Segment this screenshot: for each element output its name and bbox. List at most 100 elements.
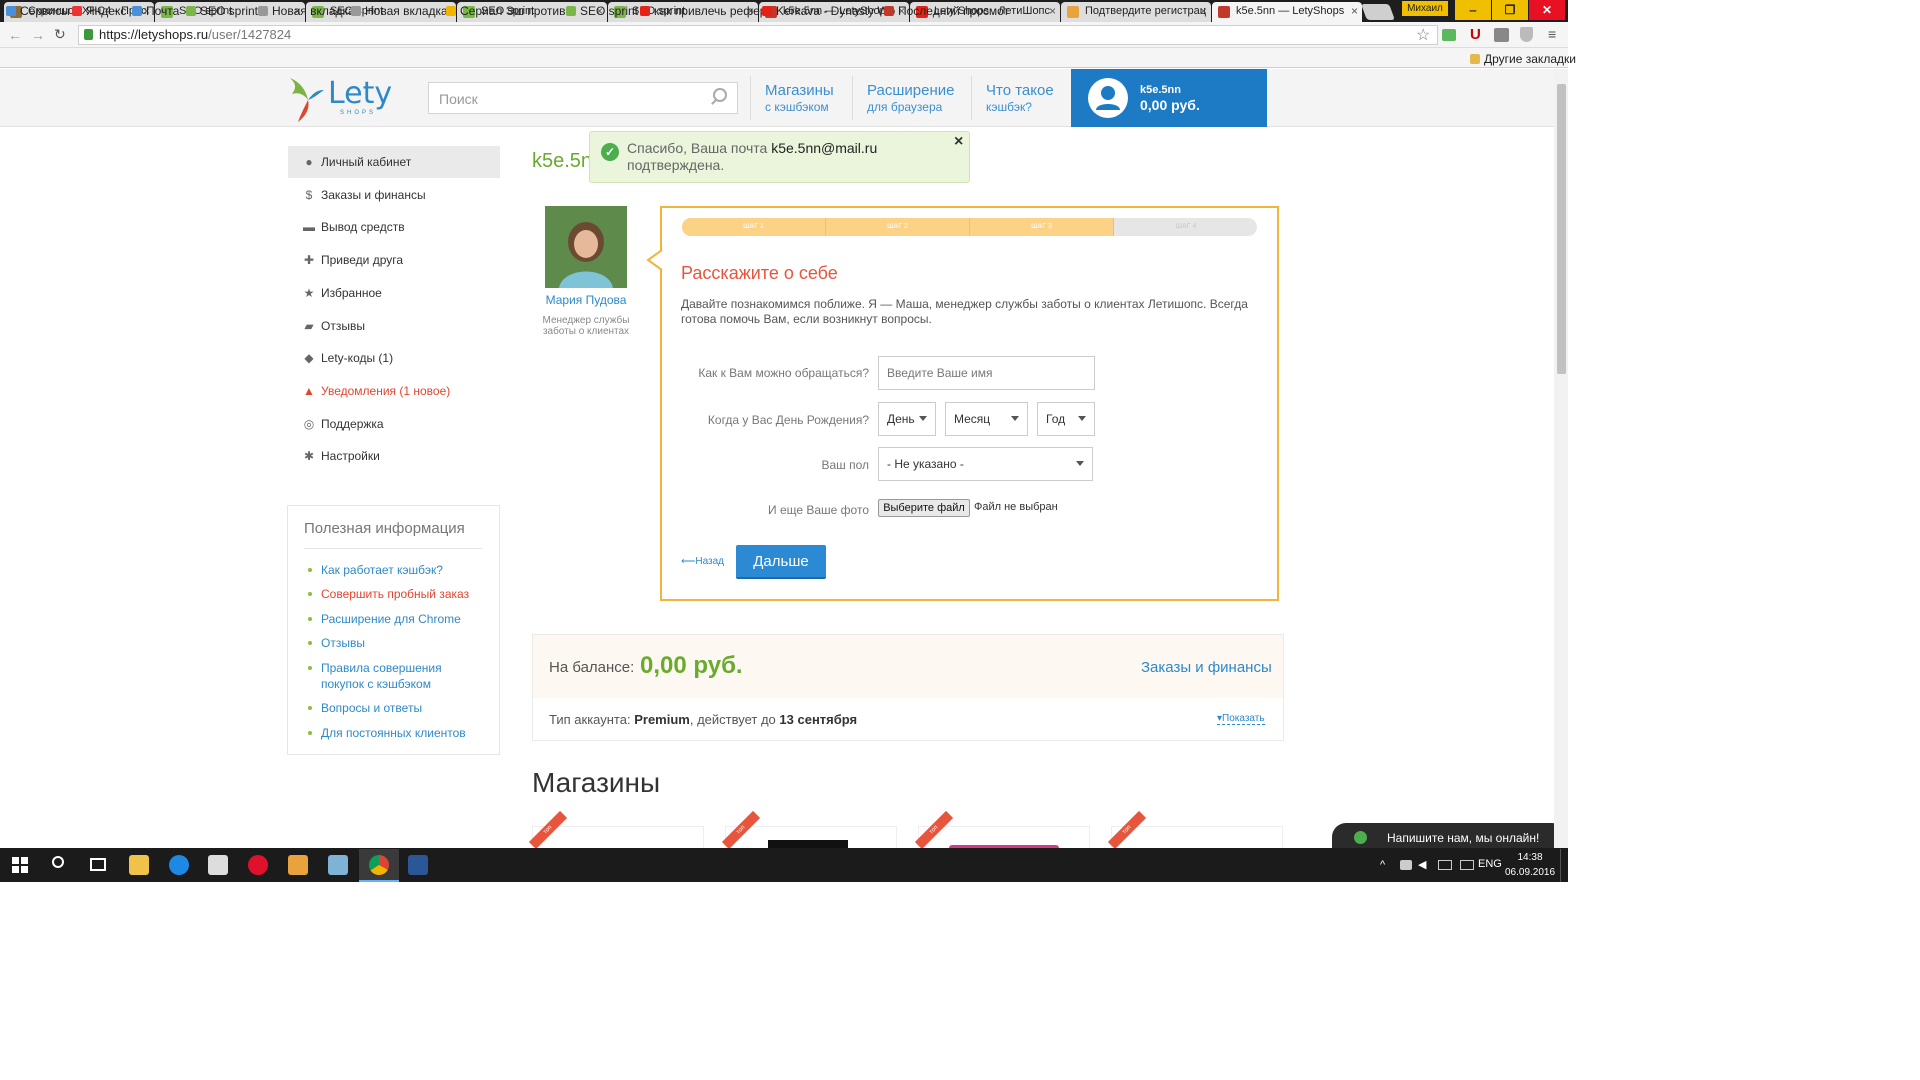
close-tab-icon[interactable]: × — [1200, 4, 1207, 18]
word-icon[interactable] — [408, 855, 428, 875]
forward-icon[interactable]: → — [31, 27, 45, 43]
volume-icon[interactable]: ◀ — [1418, 858, 1426, 871]
bookmark-item[interactable]: Kerkava - Dynasty Wo — [762, 4, 895, 18]
app-icon[interactable] — [328, 855, 348, 875]
network-icon[interactable] — [1400, 860, 1412, 870]
avatar[interactable] — [1088, 78, 1128, 118]
bookmark-item[interactable]: Новая вкладка — [258, 4, 355, 18]
bullet-icon — [308, 617, 312, 621]
info-link[interactable]: Совершить пробный заказ — [321, 586, 481, 602]
task-view-icon[interactable] — [90, 858, 106, 871]
nav-divider — [750, 76, 751, 120]
sidebar-item[interactable]: ★ Избранное — [288, 277, 500, 309]
info-link[interactable]: Для постоянных клиентов — [321, 725, 481, 741]
store-icon[interactable] — [208, 855, 228, 875]
year-select[interactable]: Год — [1037, 402, 1095, 436]
search-taskbar-icon[interactable] — [52, 856, 64, 868]
close-tab-icon[interactable]: × — [1049, 4, 1056, 18]
letyshops-logo[interactable]: Lety SHOPS — [286, 72, 392, 124]
search-input[interactable]: Поиск — [428, 82, 738, 114]
nav-extension[interactable]: Расширение для браузера — [867, 82, 954, 114]
extension-icon[interactable] — [1442, 29, 1456, 41]
bookmark-item[interactable]: Сервисы — [6, 4, 70, 18]
sidebar-item[interactable]: ✚ Приведи друга — [288, 244, 500, 276]
browser-tab[interactable]: k5e.5nn — LetyShops × — [1212, 2, 1362, 22]
chat-button[interactable]: Напишите нам, мы онлайн! — [1332, 823, 1566, 851]
keyboard-icon[interactable] — [1460, 860, 1474, 870]
toast-close-button[interactable]: × — [954, 133, 963, 151]
extension-u-icon[interactable]: U — [1470, 26, 1481, 43]
scrollbar-thumb[interactable] — [1557, 84, 1566, 374]
bookmark-item[interactable]: SEO sprint — [566, 4, 638, 18]
other-bookmarks[interactable]: Другие закладки — [1470, 52, 1576, 66]
choose-file-button[interactable]: Выберите файл — [878, 499, 970, 517]
opera-icon[interactable] — [248, 855, 268, 875]
progress-step: ШАГ 1 — [682, 218, 826, 236]
sidebar-item[interactable]: ▰ Отзывы — [288, 310, 500, 342]
nav-divider — [852, 76, 853, 120]
bookmark-label: Сериал Эш против — [460, 4, 566, 18]
orders-finance-link[interactable]: Заказы и финансы — [1141, 659, 1272, 676]
bookmark-item[interactable]: SEO sprint — [186, 4, 258, 18]
month-select[interactable]: Месяц — [945, 402, 1028, 436]
bookmark-label: Новая вкладка — [272, 4, 355, 18]
new-tab-button[interactable] — [1361, 4, 1395, 20]
back-link[interactable]: ⟵Назад — [681, 556, 724, 567]
info-link[interactable]: Как работает кэшбэк? — [321, 562, 481, 578]
sidebar-item[interactable]: ● Личный кабинет — [288, 146, 500, 178]
url-input[interactable]: https://letyshops.ru/user/1427824 — [78, 25, 1438, 45]
chevron-down-icon — [919, 416, 927, 421]
file-explorer-icon[interactable] — [129, 855, 149, 875]
windows-start-icon[interactable] — [12, 857, 28, 873]
name-input[interactable]: Введите Ваше имя — [878, 356, 1095, 390]
progress-step: ШАГ 3 — [970, 218, 1114, 236]
info-link[interactable]: Расширение для Chrome — [321, 611, 481, 627]
sidebar-item[interactable]: $ Заказы и финансы — [288, 179, 500, 211]
sidebar-item[interactable]: ◆ Lety-коды (1) — [288, 342, 500, 374]
bookmark-item[interactable]: Почта — [132, 4, 179, 18]
close-window-button[interactable]: ✕ — [1529, 0, 1565, 20]
sidebar-item[interactable]: ✱ Настройки — [288, 440, 500, 472]
day-select[interactable]: День — [878, 402, 936, 436]
sidebar-item[interactable]: ▲ Уведомления (1 новое) — [288, 375, 500, 407]
profile-name[interactable]: Михаил — [1402, 1, 1448, 16]
browser-tab[interactable]: Подтвердите регистрац × — [1061, 2, 1211, 22]
display-icon[interactable] — [1438, 860, 1452, 870]
menu-icon[interactable]: ≡ — [1548, 26, 1556, 42]
account-type-value: Premium — [634, 712, 690, 727]
clock-time[interactable]: 14:38 — [1512, 852, 1548, 863]
bookmark-item[interactable]: Сериал Эш против — [446, 4, 565, 18]
edge-icon[interactable] — [169, 855, 189, 875]
sidebar-item[interactable]: ◎ Поддержка — [288, 408, 500, 440]
nav-what-is-cashback[interactable]: Что такое кэшбэк? — [986, 82, 1054, 114]
extension-seo-icon[interactable] — [1494, 28, 1509, 42]
show-desktop-button[interactable] — [1560, 849, 1568, 882]
sidebar-item-label: Настройки — [321, 449, 380, 464]
bookmark-item[interactable]: Новая вкладка — [351, 4, 448, 18]
clock-date[interactable]: 06.09.2016 — [1505, 867, 1555, 878]
next-button[interactable]: Дальше — [736, 545, 826, 579]
bookmark-star-icon[interactable]: ☆ — [1416, 25, 1430, 45]
reload-icon[interactable]: ↻ — [54, 26, 66, 43]
bookmark-item[interactable]: Последний просмот — [884, 4, 1009, 18]
maximize-button[interactable]: ❐ — [1492, 0, 1528, 20]
info-link[interactable]: Правила совершения покупок с кэшбэком — [321, 660, 481, 692]
tray-chevron-icon[interactable]: ^ — [1380, 859, 1385, 871]
bookmark-item[interactable]: Яндекс — [72, 4, 126, 18]
sidebar-item[interactable]: ▬ Вывод средств — [288, 211, 500, 243]
gender-select[interactable]: - Не указано - — [878, 447, 1093, 481]
info-link[interactable]: Отзывы — [321, 635, 481, 651]
nav-shops-title: Магазины — [765, 82, 834, 99]
minimize-button[interactable]: ‒ — [1455, 0, 1491, 20]
info-link[interactable]: Вопросы и ответы — [321, 700, 481, 716]
hummingbird-logo-icon — [290, 78, 324, 122]
bookmark-item[interactable]: как привлечь рефер — [640, 4, 766, 18]
shield-extension-icon[interactable] — [1520, 27, 1533, 42]
chrome-icon[interactable] — [369, 855, 389, 875]
language-indicator[interactable]: ENG — [1478, 858, 1502, 870]
app-icon[interactable] — [288, 855, 308, 875]
nav-shops[interactable]: Магазины с кэшбэком — [765, 82, 834, 114]
back-icon[interactable]: ← — [8, 27, 22, 43]
close-tab-icon[interactable]: × — [1351, 4, 1358, 18]
show-details-link[interactable]: ▾Показать — [1217, 713, 1265, 725]
